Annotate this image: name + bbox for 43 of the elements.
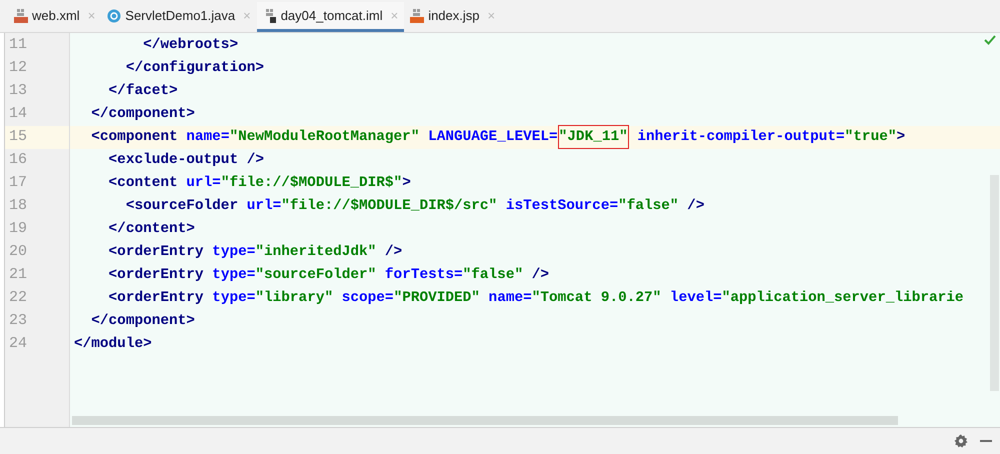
line-number: 17 bbox=[9, 173, 28, 194]
code-line: <orderEntry type="library" scope="PROVIDED" name="Tomcat 9.0.27" level="application_server_librarie bbox=[108, 288, 964, 308]
code-line: </component> bbox=[90, 312, 195, 331]
settings-icon[interactable] bbox=[954, 434, 968, 448]
code-line: <orderEntry type="sourceFolder" forTests="false" /> bbox=[108, 266, 550, 285]
tab-label: ServletDemo1.java bbox=[125, 6, 236, 25]
code-line: </content> bbox=[108, 220, 195, 239]
check-icon bbox=[984, 34, 996, 46]
code-line: <orderEntry type="inheritedJdk" /> bbox=[108, 242, 402, 262]
line-number: 24 bbox=[9, 334, 28, 354]
editor-tab[interactable]: day04_tomcat.iml × bbox=[256, 2, 404, 32]
tab-label: day04_tomcat.iml bbox=[280, 6, 383, 25]
code-line: </component> bbox=[90, 104, 195, 124]
line-number: 23 bbox=[9, 311, 28, 332]
code-line: </webroots> bbox=[142, 36, 238, 55]
code-line: <content url="file://$MODULE_DIR$"> bbox=[108, 174, 411, 193]
tab-label: web.xml bbox=[32, 6, 80, 25]
code-line: <component name="NewModuleRootManager" LANGUAGE_LEVEL="JDK_11" inherit-compiler-output="true"> bbox=[74, 126, 906, 148]
line-number: 12 bbox=[9, 58, 28, 78]
editor-tab[interactable]: ServletDemo1.java × bbox=[101, 2, 257, 32]
code-line: </facet> bbox=[108, 82, 178, 101]
line-number: 22 bbox=[9, 288, 28, 308]
code-line: </configuration> bbox=[124, 58, 264, 78]
file-icon bbox=[410, 8, 424, 22]
code-line: </module> bbox=[74, 334, 152, 354]
editor-tab[interactable]: index.jsp × bbox=[404, 2, 502, 32]
line-number: 20 bbox=[9, 242, 28, 262]
minimize-icon[interactable] bbox=[980, 440, 992, 442]
line-number: 15 bbox=[9, 127, 28, 148]
code-line: <exclude-output /> bbox=[108, 150, 264, 170]
line-number: 11 bbox=[9, 35, 28, 56]
line-number: 13 bbox=[9, 81, 28, 102]
line-number: 21 bbox=[9, 265, 28, 286]
class-icon bbox=[107, 8, 122, 22]
code-line: <sourceFolder url="file://$MODULE_DIR$/src" isTestSource="false" /> bbox=[124, 196, 704, 216]
line-number: 19 bbox=[9, 219, 28, 240]
line-number: 16 bbox=[9, 150, 28, 170]
file-icon bbox=[14, 8, 28, 22]
editor-tab[interactable]: web.xml × bbox=[8, 2, 102, 32]
horizontal-scrollbar[interactable] bbox=[72, 416, 898, 425]
line-number: 18 bbox=[9, 196, 28, 216]
tab-label: index.jsp bbox=[428, 6, 480, 25]
line-number: 14 bbox=[9, 104, 28, 124]
